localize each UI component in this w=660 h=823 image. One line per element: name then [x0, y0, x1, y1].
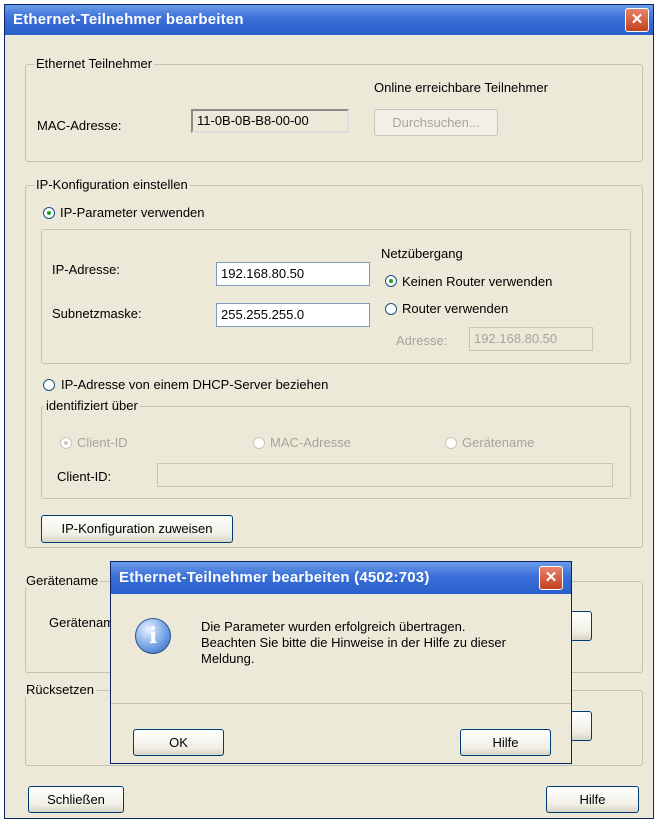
gateway-title: Netzübergang — [381, 246, 463, 261]
assign-ip-config-button[interactable]: IP-Konfiguration zuweisen — [41, 515, 233, 543]
mac-address-label: MAC-Adresse: — [37, 118, 122, 133]
browse-button[interactable]: Durchsuchen... — [374, 109, 498, 136]
dhcp-label: IP-Adresse von einem DHCP-Server beziehe… — [61, 377, 329, 392]
no-router-label: Keinen Router verwenden — [402, 274, 553, 289]
dialog-close-button[interactable]: ✕ — [539, 566, 563, 590]
mac-address-radio[interactable] — [253, 437, 265, 449]
device-name-legend: Gerätename — [24, 573, 101, 588]
dialog-titlebar[interactable]: Ethernet-Teilnehmer bearbeiten (4502:703… — [111, 562, 571, 594]
window-titlebar[interactable]: Ethernet-Teilnehmer bearbeiten ✕ — [5, 5, 653, 35]
use-ip-params-label: IP-Parameter verwenden — [60, 205, 205, 220]
use-router-radio[interactable] — [385, 303, 397, 315]
ok-button[interactable]: OK — [133, 729, 224, 756]
client-id-radio[interactable] — [60, 437, 72, 449]
device-name-assign-button[interactable] — [570, 611, 592, 641]
dialog-title: Ethernet-Teilnehmer bearbeiten (4502:703… — [119, 569, 430, 586]
ip-address-label: IP-Adresse: — [52, 262, 120, 277]
success-message-dialog: Ethernet-Teilnehmer bearbeiten (4502:703… — [110, 561, 572, 764]
reset-button[interactable] — [570, 711, 592, 741]
subnet-mask-label: Subnetzmaske: — [52, 306, 142, 321]
dhcp-radio[interactable] — [43, 379, 55, 391]
device-name-label: Gerätenam — [49, 615, 115, 630]
use-router-label: Router verwenden — [402, 301, 509, 316]
mac-address-radio-label: MAC-Adresse — [270, 435, 351, 450]
ip-address-input[interactable]: 192.168.80.50 — [216, 262, 370, 286]
window-title: Ethernet-Teilnehmer bearbeiten — [13, 11, 244, 28]
close-button[interactable]: Schließen — [28, 786, 124, 813]
reset-legend: Rücksetzen — [24, 682, 96, 697]
subnet-mask-input[interactable]: 255.255.255.0 — [216, 303, 370, 327]
info-icon: i — [135, 618, 171, 654]
help-button[interactable]: Hilfe — [546, 786, 639, 813]
message-line-3: Meldung. — [201, 651, 255, 666]
online-nodes-label: Online erreichbare Teilnehmer — [374, 80, 548, 95]
router-address-label: Adresse: — [396, 333, 448, 348]
dialog-help-button[interactable]: Hilfe — [460, 729, 551, 756]
use-ip-params-radio[interactable] — [43, 207, 55, 219]
client-id-radio-label: Client-ID — [77, 435, 128, 450]
message-line-2: Beachten Sie bitte die Hinweise in der H… — [201, 635, 506, 650]
device-name-radio-label: Gerätename — [462, 435, 535, 450]
device-name-radio[interactable] — [445, 437, 457, 449]
dialog-divider — [111, 703, 571, 704]
client-id-input[interactable] — [157, 463, 613, 487]
ip-config-legend: IP-Konfiguration einstellen — [34, 177, 190, 192]
no-router-radio[interactable] — [385, 275, 397, 287]
client-id-field-label: Client-ID: — [57, 469, 112, 484]
mac-address-field: 11-0B-0B-B8-00-00 — [191, 109, 349, 133]
identified-by-legend: identifiziert über — [44, 398, 140, 413]
message-line-1: Die Parameter wurden erfolgreich übertra… — [201, 619, 466, 634]
router-address-input[interactable]: 192.168.80.50 — [469, 327, 593, 351]
window-close-button[interactable]: ✕ — [625, 8, 649, 32]
ethernet-node-legend: Ethernet Teilnehmer — [34, 56, 155, 71]
